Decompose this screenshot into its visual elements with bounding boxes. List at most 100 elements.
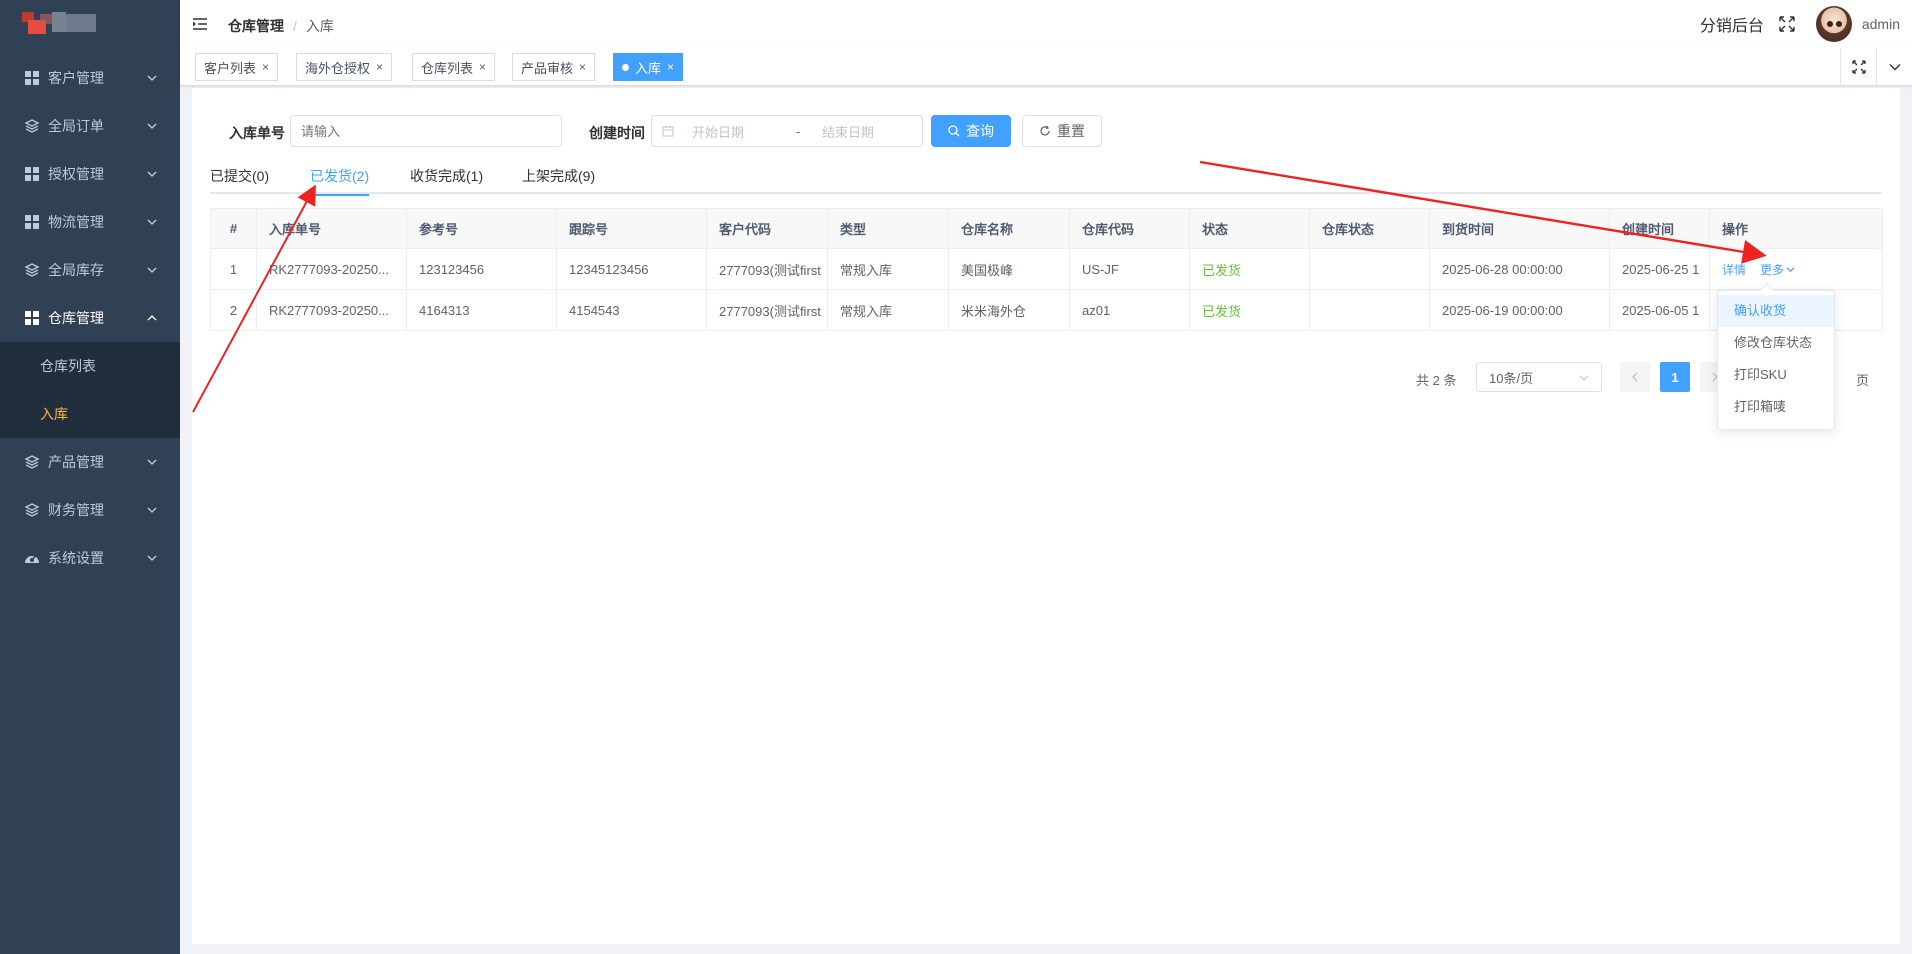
tag-customer-list[interactable]: 客户列表 × — [195, 53, 279, 81]
close-icon[interactable]: × — [579, 60, 586, 74]
print-sku-item[interactable]: 打印SKU — [1718, 359, 1834, 391]
cell-wh-status — [1309, 248, 1430, 290]
table-header-row: # 入库单号 参考号 跟踪号 客户代码 类型 仓库名称 仓库代码 状态 仓库状态… — [210, 208, 1883, 249]
cell-created: 2025-06-05 1 — [1609, 289, 1710, 331]
tab-received[interactable]: 收货完成(1) — [410, 166, 483, 194]
query-button[interactable]: 查询 — [931, 115, 1011, 147]
chevron-down-icon — [147, 171, 157, 177]
sidebar-item-product[interactable]: 产品管理 — [0, 438, 180, 486]
tag-warehouse-list[interactable]: 仓库列表 × — [412, 53, 496, 81]
chevron-down-icon — [147, 507, 157, 513]
pagination-total: 共 2 条 — [1416, 373, 1457, 388]
grid-icon — [24, 166, 40, 182]
reset-button[interactable]: 重置 — [1022, 115, 1102, 147]
menu-fold-icon[interactable] — [192, 16, 208, 32]
sidebar-item-label: 授权管理 — [48, 166, 104, 182]
column-header: 跟踪号 — [556, 208, 707, 249]
edit-warehouse-status-item[interactable]: 修改仓库状态 — [1718, 327, 1834, 359]
date-range-picker[interactable]: 开始日期 - 结束日期 — [651, 115, 923, 147]
cell-wh-status — [1309, 289, 1430, 331]
active-dot-icon — [622, 63, 629, 71]
system-title: 分销后台 — [1699, 18, 1764, 35]
cell-warehouse: 米米海外仓 — [948, 289, 1070, 331]
tag-product-audit[interactable]: 产品审核 × — [512, 53, 596, 81]
chevron-down-icon — [1579, 375, 1589, 381]
sidebar-subitem-inbound[interactable]: 入库 — [0, 390, 180, 438]
warehouse-submenu: 仓库列表 入库 — [0, 342, 180, 438]
sidebar: 客户管理 全局订单 授权管理 物流管理 全局库存 仓库管理 仓库列表 入库 产品… — [0, 0, 180, 954]
sidebar-item-label: 仓库管理 — [48, 310, 104, 326]
more-dropdown-trigger[interactable]: 更多 — [1760, 263, 1795, 277]
close-icon[interactable]: × — [479, 60, 486, 74]
tag-overseas-auth[interactable]: 海外仓授权 × — [296, 53, 393, 81]
order-no-label: 入库单号 — [229, 125, 285, 141]
sidebar-item-logistics[interactable]: 物流管理 — [0, 198, 180, 246]
column-header: 参考号 — [406, 208, 557, 249]
start-date-input[interactable]: 开始日期 — [692, 122, 780, 141]
navbar: 仓库管理 / 入库 分销后台 admin — [180, 0, 1912, 48]
sidebar-item-label: 全局库存 — [48, 262, 104, 278]
tab-shipped[interactable]: 已发货(2) — [310, 166, 370, 196]
grid-icon — [24, 214, 40, 230]
avatar[interactable] — [1815, 6, 1852, 42]
sidebar-subitem-warehouse-list[interactable]: 仓库列表 — [0, 342, 180, 390]
chevron-down-icon — [147, 555, 157, 561]
sidebar-item-settings[interactable]: 系统设置 — [0, 534, 180, 582]
layers-icon — [24, 454, 40, 470]
cell-order-no: RK2777093-20250... — [256, 248, 407, 290]
fullscreen-icon[interactable] — [1778, 15, 1796, 33]
tags-fullscreen-button[interactable] — [1840, 48, 1876, 86]
chevron-up-icon — [147, 315, 157, 321]
inbound-table: # 入库单号 参考号 跟踪号 客户代码 类型 仓库名称 仓库代码 状态 仓库状态… — [210, 208, 1883, 331]
cell-type: 常规入库 — [827, 289, 949, 331]
page-number-button[interactable]: 1 — [1660, 362, 1690, 392]
tags-view: 客户列表 × 海外仓授权 × 仓库列表 × 产品审核 × 入库 × — [180, 48, 1912, 86]
prev-page-button[interactable] — [1620, 362, 1650, 392]
grid-icon — [24, 70, 40, 86]
chevron-down-icon — [147, 459, 157, 465]
sidebar-item-inventory[interactable]: 全局库存 — [0, 246, 180, 294]
more-dropdown-menu: 确认收货 修改仓库状态 打印SKU 打印箱唛 — [1717, 282, 1835, 430]
search-icon — [948, 125, 960, 137]
cell-arrival: 2025-06-19 00:00:00 — [1429, 289, 1610, 331]
main-content: 入库单号 创建时间 开始日期 - 结束日期 查询 重置 已提交(0) 已发货(2… — [192, 88, 1900, 944]
cell-created: 2025-06-25 1 — [1609, 248, 1710, 290]
close-icon[interactable]: × — [376, 60, 383, 74]
tag-inbound[interactable]: 入库 × — [613, 53, 684, 81]
confirm-receipt-item[interactable]: 确认收货 — [1718, 295, 1834, 327]
end-date-input[interactable]: 结束日期 — [822, 122, 874, 141]
chevron-down-icon — [147, 123, 157, 129]
column-header: 到货时间 — [1429, 208, 1610, 249]
tab-shelved[interactable]: 上架完成(9) — [522, 166, 595, 194]
print-carton-label-item[interactable]: 打印箱唛 — [1718, 391, 1834, 423]
column-header: 客户代码 — [706, 208, 828, 249]
breadcrumb-item[interactable]: 仓库管理 — [228, 16, 284, 36]
close-icon[interactable]: × — [262, 60, 269, 74]
cell-operations: 详情 更多 — [1709, 248, 1883, 290]
sidebar-item-orders[interactable]: 全局订单 — [0, 102, 180, 150]
cell-customer: 2777093(测试first — [706, 248, 828, 290]
sidebar-item-finance[interactable]: 财务管理 — [0, 486, 180, 534]
logo — [0, 0, 180, 48]
order-no-input[interactable] — [290, 115, 562, 147]
column-header: 仓库名称 — [948, 208, 1070, 249]
cell-tracking: 4154543 — [556, 289, 707, 331]
page-size-select[interactable]: 10条/页 — [1476, 362, 1602, 392]
sidebar-item-auth[interactable]: 授权管理 — [0, 150, 180, 198]
sidebar-item-warehouse[interactable]: 仓库管理 — [0, 294, 180, 342]
sidebar-item-customer[interactable]: 客户管理 — [0, 54, 180, 102]
cell-status: 已发货 — [1189, 248, 1310, 290]
breadcrumb: 仓库管理 / 入库 — [228, 16, 334, 36]
username[interactable]: admin — [1862, 16, 1900, 32]
detail-link[interactable]: 详情 — [1722, 263, 1746, 277]
table-row[interactable]: 1 RK2777093-20250... 123123456 123451234… — [210, 248, 1883, 290]
cell-tracking: 12345123456 — [556, 248, 707, 290]
column-header: 入库单号 — [256, 208, 407, 249]
tags-more-button[interactable] — [1876, 48, 1912, 86]
close-icon[interactable]: × — [667, 60, 674, 74]
table-row[interactable]: 2 RK2777093-20250... 4164313 4154543 277… — [210, 289, 1883, 331]
tab-submitted[interactable]: 已提交(0) — [210, 166, 269, 194]
cell-wh-code: az01 — [1069, 289, 1190, 331]
chevron-down-icon — [147, 267, 157, 273]
column-header: 创建时间 — [1609, 208, 1710, 249]
